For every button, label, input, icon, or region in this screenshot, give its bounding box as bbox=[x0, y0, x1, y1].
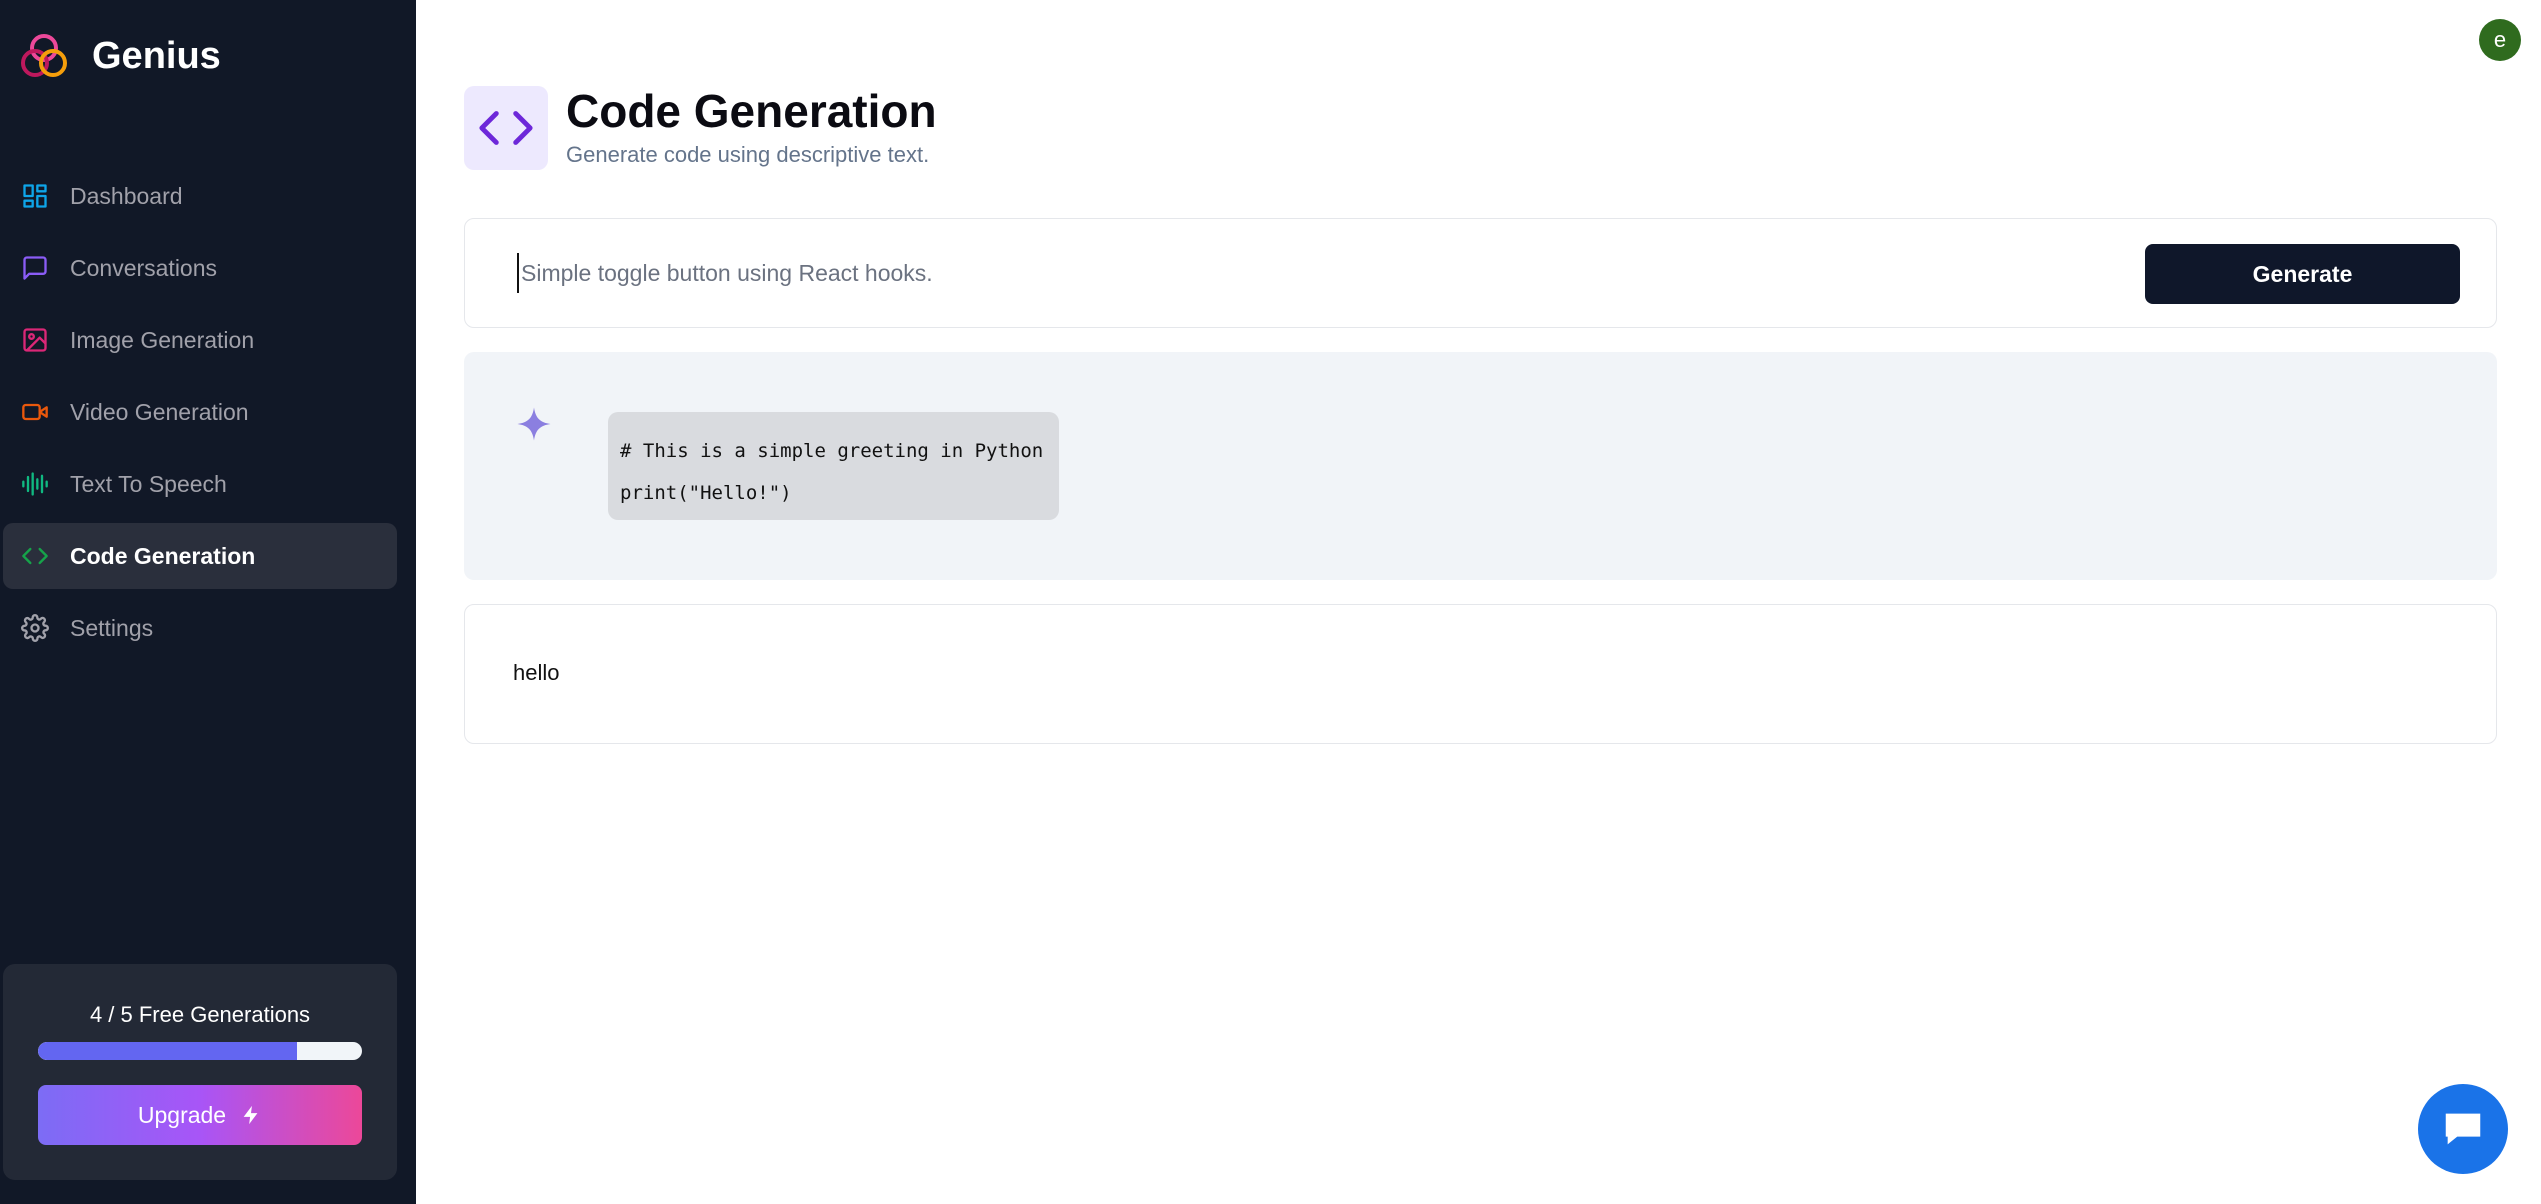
page-subtitle: Generate code using descriptive text. bbox=[566, 142, 930, 167]
sidebar-item-label: Settings bbox=[70, 614, 154, 641]
brand-name: Genius bbox=[92, 34, 221, 77]
sidebar-item-dashboard[interactable]: Dashboard bbox=[3, 163, 397, 229]
code-line: # This is a simple greeting in Python bbox=[620, 440, 1044, 462]
user-message: hello bbox=[464, 604, 2497, 744]
sidebar-item-code-generation[interactable]: Code Generation bbox=[3, 523, 397, 589]
page-heading-icon bbox=[464, 86, 548, 170]
sidebar-item-label: Code Generation bbox=[70, 542, 256, 569]
prompt-form: Generate bbox=[464, 218, 2497, 328]
dashboard-icon bbox=[19, 180, 51, 212]
code-block[interactable]: # This is a simple greeting in Python pr… bbox=[608, 412, 1059, 520]
zap-icon bbox=[243, 1105, 258, 1125]
settings-icon bbox=[19, 612, 51, 644]
avatar-letter: e bbox=[2493, 27, 2507, 52]
chat-widget-button[interactable] bbox=[2418, 1084, 2508, 1174]
code-icon bbox=[19, 540, 51, 572]
image-icon bbox=[19, 324, 51, 356]
sidebar-item-label: Image Generation bbox=[70, 326, 255, 353]
prompt-input[interactable] bbox=[517, 253, 2017, 293]
chat-bubble-icon bbox=[2445, 1113, 2481, 1145]
page-title: Code Generation bbox=[566, 85, 937, 137]
sidebar-item-label: Conversations bbox=[70, 254, 218, 281]
code-icon bbox=[479, 111, 533, 145]
audio-waveform-icon bbox=[19, 468, 51, 500]
upgrade-button[interactable]: Upgrade bbox=[38, 1085, 362, 1145]
generate-button[interactable]: Generate bbox=[2145, 244, 2460, 304]
usage-progress-bar bbox=[38, 1042, 362, 1060]
sidebar-item-label: Video Generation bbox=[70, 398, 249, 425]
sidebar-item-image-generation[interactable]: Image Generation bbox=[3, 307, 397, 373]
genius-logo-icon bbox=[21, 34, 67, 77]
sidebar-item-video-generation[interactable]: Video Generation bbox=[3, 379, 397, 445]
upgrade-label: Upgrade bbox=[137, 1101, 227, 1128]
usage-progress-fill bbox=[38, 1042, 298, 1060]
sidebar-item-label: Dashboard bbox=[70, 182, 183, 209]
user-avatar[interactable]: e bbox=[2479, 19, 2521, 61]
message-square-icon bbox=[19, 252, 51, 284]
free-generations-counter: 4 / 5 Free Generations Upgrade bbox=[3, 964, 397, 1180]
sidebar-item-text-to-speech[interactable]: Text To Speech bbox=[3, 451, 397, 517]
brand[interactable]: Genius bbox=[18, 30, 221, 82]
code-line: print("Hello!") bbox=[620, 482, 792, 504]
usage-label: 4 / 5 Free Generations bbox=[89, 1002, 311, 1027]
video-icon bbox=[19, 396, 51, 428]
user-message-text: hello bbox=[513, 660, 560, 685]
sidebar-item-label: Text To Speech bbox=[70, 470, 227, 497]
sparkle-icon bbox=[517, 407, 551, 441]
sidebar: Genius Dashboard Conversations Image Gen… bbox=[0, 0, 416, 1204]
sidebar-item-conversations[interactable]: Conversations bbox=[3, 235, 397, 301]
bot-message: # This is a simple greeting in Python pr… bbox=[464, 352, 2497, 580]
sidebar-item-settings[interactable]: Settings bbox=[3, 595, 397, 661]
